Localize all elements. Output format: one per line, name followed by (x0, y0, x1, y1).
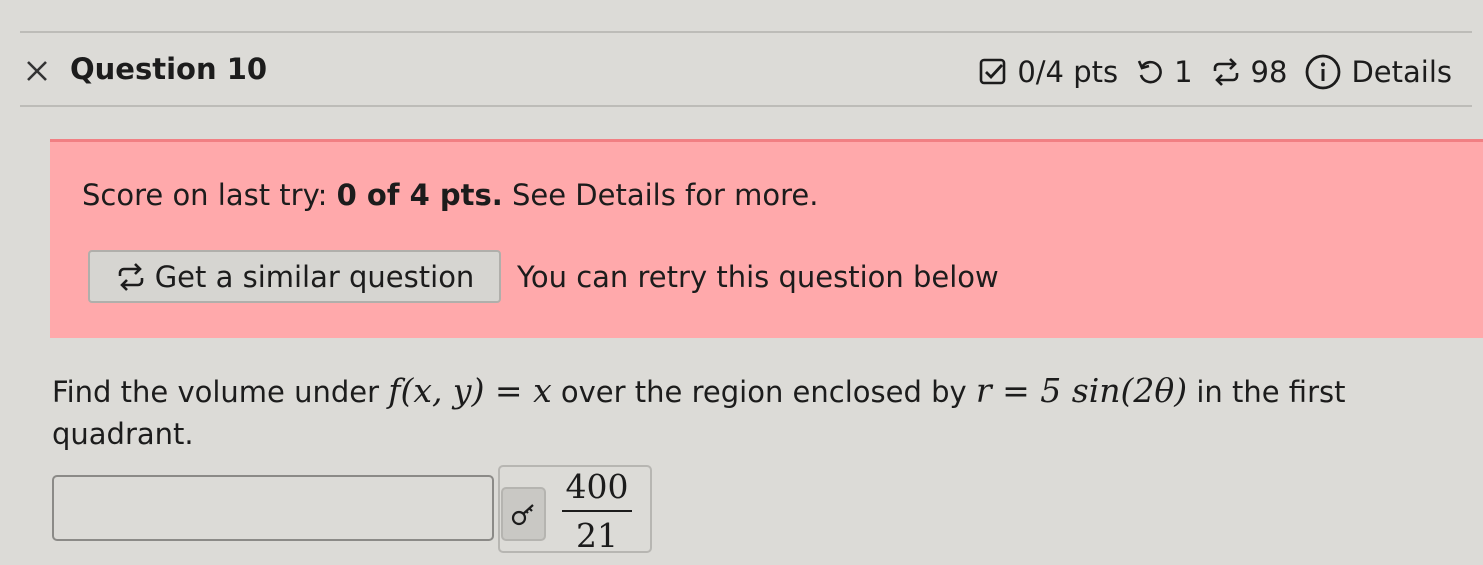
retry-icon (1137, 60, 1162, 84)
info-icon[interactable] (1304, 53, 1342, 91)
question-text-part: Find the volume under (52, 375, 389, 409)
checkbox-icon (980, 58, 1006, 85)
details-link[interactable]: Details (1351, 55, 1452, 89)
close-icon[interactable] (25, 56, 49, 84)
get-similar-label: Get a similar question (154, 259, 475, 294)
answer-key-box: 400 21 (498, 465, 652, 556)
region-expression: r = 5 sin(2θ) (975, 371, 1188, 410)
question-text-part: over the region enclosed by (551, 375, 976, 409)
get-similar-question-button[interactable]: Get a similar question (88, 250, 501, 303)
key-icon (511, 504, 534, 526)
answer-input[interactable] (52, 475, 494, 541)
question-text: Find the volume under f(x, y) = x over t… (52, 370, 1452, 455)
score-prefix: Score on last try: (82, 178, 337, 212)
retry-hint: You can retry this question below (517, 260, 999, 294)
score-alert: Score on last try: 0 of 4 pts. See Detai… (50, 139, 1483, 338)
correct-answer-fraction: 400 21 (562, 467, 632, 556)
score-suffix: See Details for more. (502, 178, 819, 212)
score-bold: 0 of 4 pts. (336, 178, 503, 212)
similar-icon (118, 262, 143, 291)
function-expression: f(x, y) = x (388, 371, 552, 410)
score-text: 0/4 pts (1017, 55, 1119, 89)
similar-count: 98 (1250, 55, 1288, 89)
question-header: Question 10 0/4 pts 1 98 Details (20, 31, 1472, 107)
similar-icon (1213, 58, 1238, 86)
fraction-bar (562, 510, 632, 512)
last-try-score: Score on last try: 0 of 4 pts. See Detai… (82, 177, 818, 213)
question-meta: 0/4 pts 1 98 Details (978, 53, 1452, 91)
show-answer-button[interactable] (501, 487, 546, 541)
fraction-denominator: 21 (576, 516, 618, 555)
fraction-numerator: 400 (565, 467, 629, 506)
retry-count: 1 (1174, 55, 1193, 89)
question-title: Question 10 (70, 52, 268, 86)
